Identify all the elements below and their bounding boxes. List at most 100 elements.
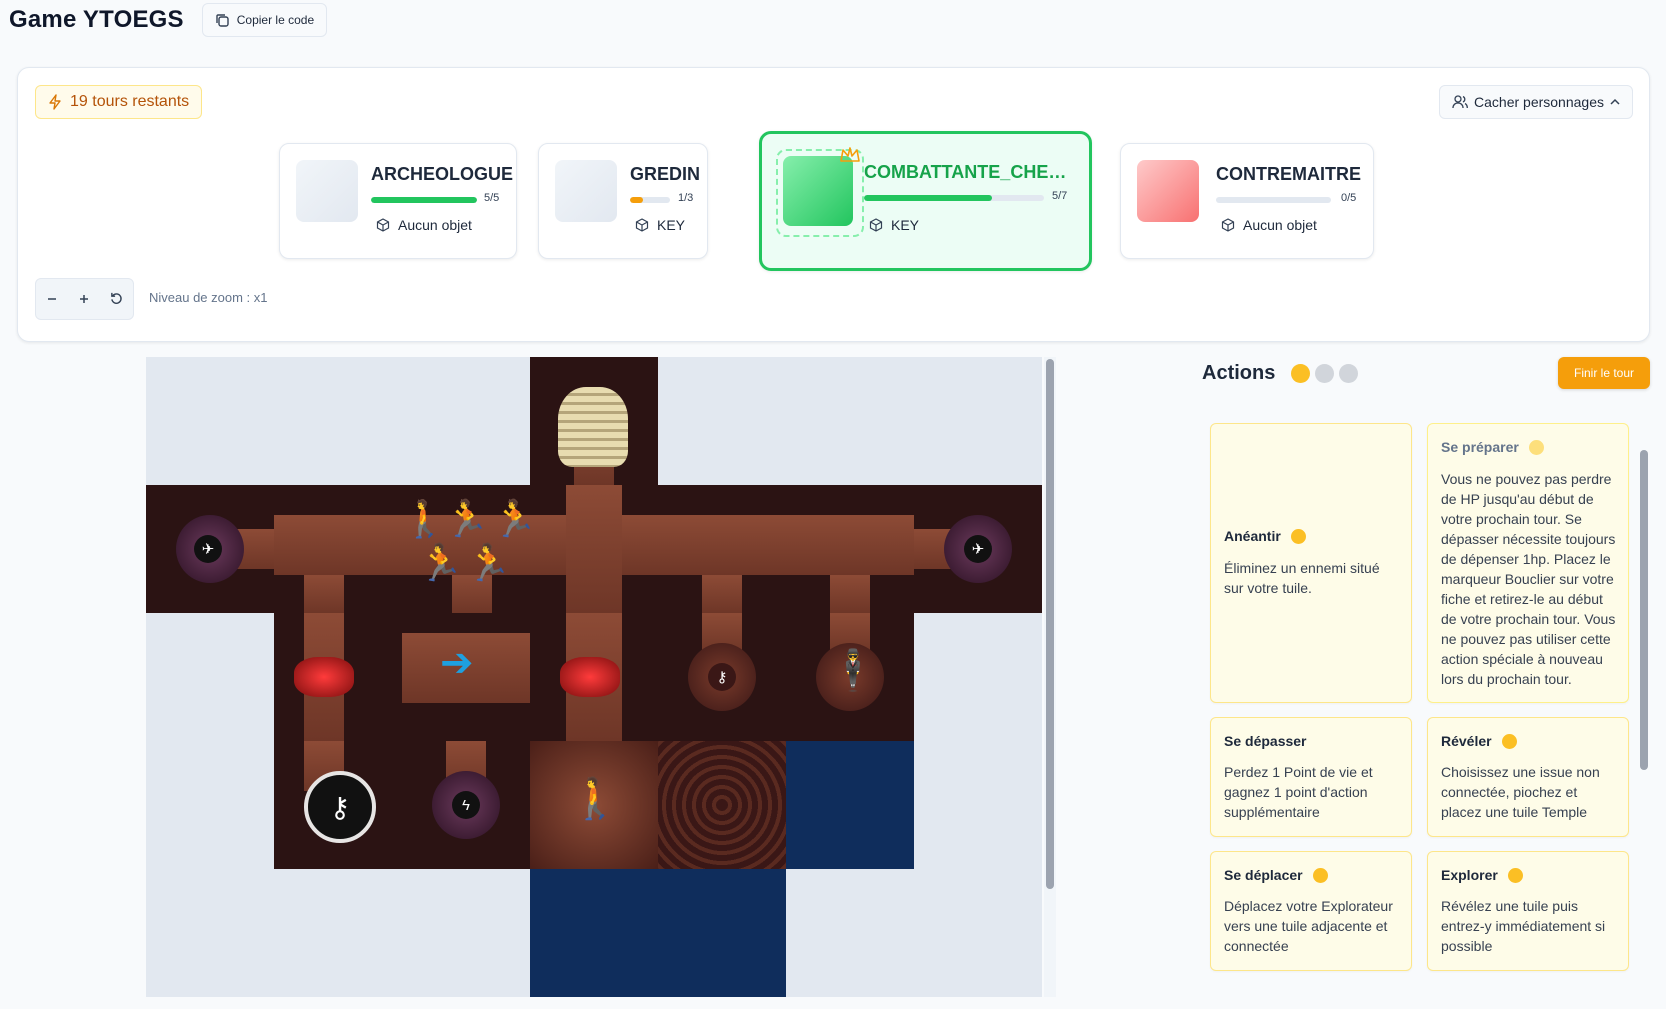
hp-fill xyxy=(630,197,644,203)
character-card-gredin[interactable]: GREDIN 1/3 KEY xyxy=(538,143,708,259)
board-tile[interactable] xyxy=(274,613,402,741)
hide-characters-button[interactable]: Cacher personnages xyxy=(1439,85,1633,119)
enemy-token[interactable]: 🏃 xyxy=(466,545,511,581)
character-card-contremaitre[interactable]: CONTREMAITRE 0/5 Aucun objet xyxy=(1120,143,1374,259)
box-icon xyxy=(635,218,649,232)
turns-remaining-badge: 19 tours restants xyxy=(35,85,203,119)
hp-bar xyxy=(630,197,670,203)
actions-title: Actions xyxy=(1202,362,1276,384)
header: Game YTOEGS Copier le code xyxy=(9,3,328,37)
board-tile[interactable] xyxy=(530,357,658,485)
action-name: Révéler xyxy=(1441,733,1517,749)
action-point-dot xyxy=(1291,364,1310,383)
action-name: Se préparer xyxy=(1441,439,1544,455)
cost-dot xyxy=(1507,867,1523,883)
item-label: Aucun objet xyxy=(1243,217,1317,233)
board-tile[interactable]: ϟ xyxy=(402,741,530,869)
unexplored-tile[interactable] xyxy=(658,869,786,997)
board-tile[interactable]: 🕴 xyxy=(786,613,914,741)
character-card-combattante[interactable]: COMBATTANTE_CHE… 5/7 KEY xyxy=(759,131,1092,271)
action-card-explorer[interactable]: Explorer Révélez une tuile puis entrez-y… xyxy=(1427,851,1629,971)
enemy-token[interactable]: 🏃 xyxy=(444,501,489,537)
users-icon xyxy=(1452,95,1468,109)
action-name: Se déplacer xyxy=(1224,867,1328,883)
board-tile[interactable] xyxy=(530,613,658,741)
actions-scrollbar[interactable] xyxy=(1640,450,1648,770)
plus-icon xyxy=(80,294,89,303)
board-tile[interactable]: 🚶 🏃 🏃 🏃 🏃 xyxy=(402,485,530,613)
runner-icon: ϟ xyxy=(452,791,480,819)
enemy-token[interactable]: 🏃 xyxy=(492,501,530,537)
action-name: Explorer xyxy=(1441,867,1523,883)
board-tile[interactable]: ✈ xyxy=(146,485,274,613)
explorer-token-brown[interactable]: 🚶 xyxy=(570,779,620,819)
explorer-token-blue[interactable]: ➔ xyxy=(440,643,474,683)
chevron-up-icon xyxy=(1610,98,1620,105)
game-board[interactable]: ✈ 🚶 🏃 🏃 🏃 🏃 ✈ ➔ ⚷ 🕴 ⚷ ϟ 🚶 xyxy=(146,357,1042,997)
board-tile[interactable] xyxy=(658,741,786,869)
explorer-token-yellow[interactable]: 🚶 xyxy=(402,501,447,537)
action-name: Se dépasser xyxy=(1224,733,1307,749)
board-tile[interactable] xyxy=(530,485,658,613)
action-name: Anéantir xyxy=(1224,528,1306,544)
zoom-controls xyxy=(35,278,134,320)
copy-code-label: Copier le code xyxy=(236,13,315,27)
board-tile[interactable] xyxy=(658,485,786,613)
action-card-se-preparer[interactable]: Se préparer Vous ne pouvez pas perdre de… xyxy=(1427,423,1629,703)
board-tile[interactable]: ✈ xyxy=(914,485,1042,613)
unexplored-tile[interactable] xyxy=(786,741,914,869)
characters-panel: 19 tours restants Cacher personnages ARC… xyxy=(17,67,1650,342)
zoom-out-button[interactable] xyxy=(38,289,66,310)
action-card-se-depasser[interactable]: Se dépasser Perdez 1 Point de vie et gag… xyxy=(1210,717,1412,837)
explorer-token-black[interactable]: 🕴 xyxy=(828,651,878,691)
copy-icon xyxy=(216,14,229,27)
hp-text: 5/5 xyxy=(484,192,500,204)
hp-bar xyxy=(1216,197,1331,203)
zoom-reset-button[interactable] xyxy=(103,289,131,310)
board-tile[interactable]: ➔ xyxy=(402,613,530,741)
hp-fill xyxy=(371,197,477,203)
cost-dot xyxy=(1501,733,1517,749)
end-turn-button[interactable]: Finir le tour xyxy=(1558,357,1650,389)
action-description: Déplacez votre Explorateur vers une tuil… xyxy=(1224,898,1393,954)
board-scrollbar[interactable] xyxy=(1046,359,1054,889)
action-card-se-deplacer[interactable]: Se déplacer Déplacez votre Explorateur v… xyxy=(1210,851,1412,971)
cost-dot xyxy=(1290,528,1306,544)
item-label: Aucun objet xyxy=(398,217,472,233)
hp-text: 1/3 xyxy=(678,192,694,204)
action-point-dot xyxy=(1339,364,1358,383)
hp-bar xyxy=(864,195,1044,201)
character-name: COMBATTANTE_CHE… xyxy=(864,162,1067,182)
copy-code-button[interactable]: Copier le code xyxy=(201,3,328,37)
action-description: Éliminez un ennemi situé sur votre tuile… xyxy=(1224,560,1380,596)
board-tile[interactable] xyxy=(274,485,402,613)
turns-remaining-label: 19 tours restants xyxy=(70,93,190,110)
board-tile[interactable] xyxy=(786,485,914,613)
hp-text: 0/5 xyxy=(1341,192,1357,204)
board-tile[interactable]: 🚶 xyxy=(530,741,658,869)
wings-icon: ✈ xyxy=(964,535,992,563)
boss-token[interactable] xyxy=(558,387,628,467)
item-slot: KEY xyxy=(869,217,919,233)
zoom-in-button[interactable] xyxy=(70,289,98,310)
board-tile[interactable]: ⚷ xyxy=(274,741,402,869)
key-icon[interactable]: ⚷ xyxy=(304,771,376,843)
unexplored-tile[interactable] xyxy=(530,869,658,997)
action-description: Perdez 1 Point de vie et gagnez 1 point … xyxy=(1224,764,1373,820)
item-label: KEY xyxy=(657,217,686,233)
box-icon xyxy=(376,218,390,232)
hp-bar xyxy=(371,197,477,203)
hp-text: 5/7 xyxy=(1052,190,1068,202)
character-name: ARCHEOLOGUE xyxy=(371,164,514,184)
game-title: Game YTOEGS xyxy=(9,6,184,33)
action-card-reveler[interactable]: Révéler Choisissez une issue non connect… xyxy=(1427,717,1629,837)
character-card-archeologue[interactable]: ARCHEOLOGUE 5/5 Aucun objet xyxy=(279,143,517,259)
action-card-aneantir[interactable]: Anéantir Éliminez un ennemi situé sur vo… xyxy=(1210,423,1412,703)
enemy-token[interactable]: 🏃 xyxy=(418,545,463,581)
cost-dot xyxy=(1528,439,1544,455)
cost-dot xyxy=(1312,867,1328,883)
board-tile[interactable]: ⚷ xyxy=(658,613,786,741)
character-name: CONTREMAITRE xyxy=(1216,164,1361,184)
item-label: KEY xyxy=(891,217,920,233)
reset-icon xyxy=(111,292,123,304)
